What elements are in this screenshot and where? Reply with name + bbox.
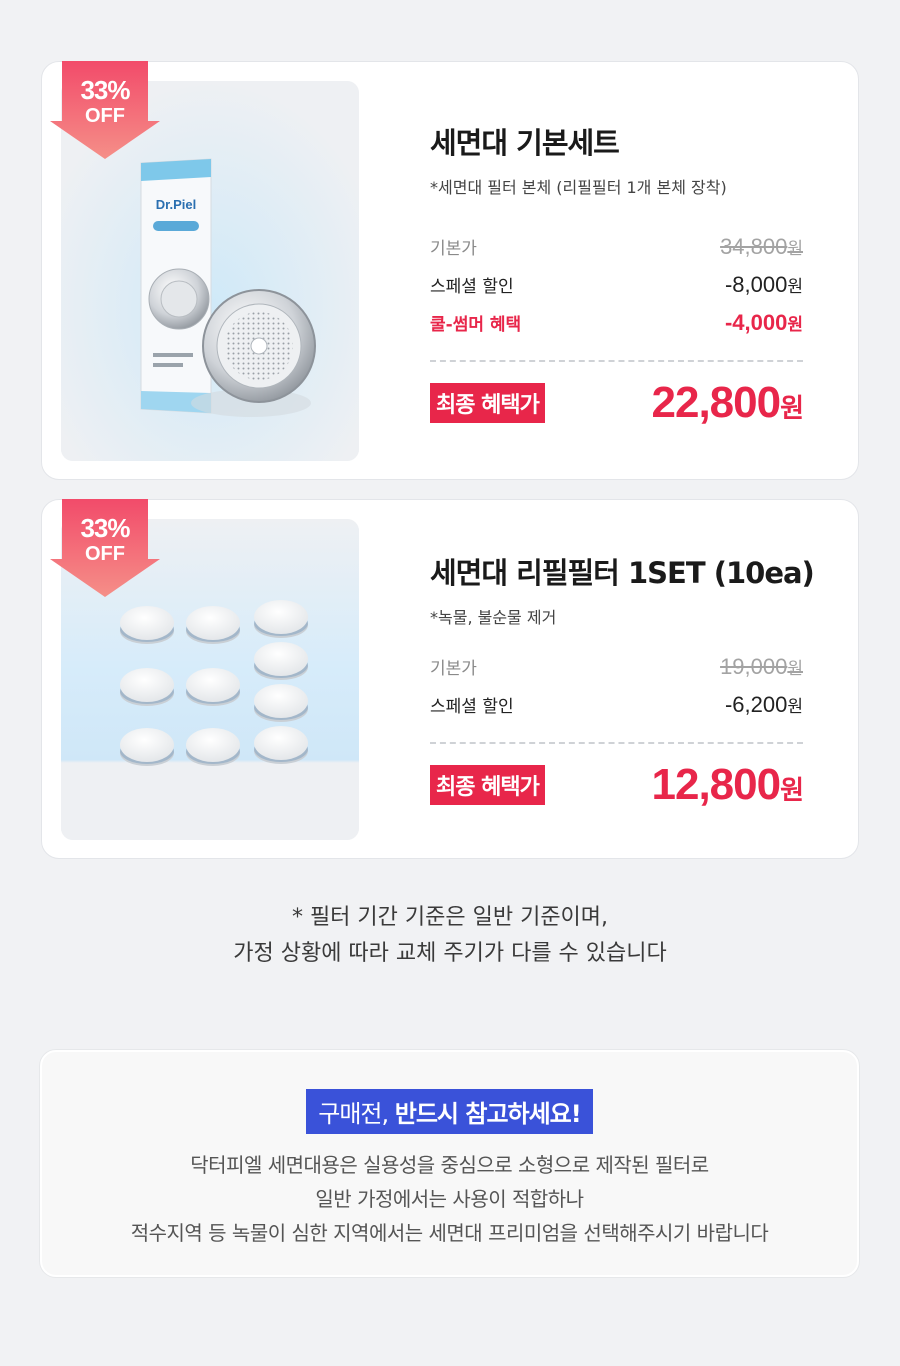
note-line: 가정 상황에 따라 교체 주기가 다를 수 있습니다 [233,941,667,966]
notice-body: 닥터피엘 세면대용은 실용성을 중심으로 소형으로 제작된 필터로 일반 가정에… [42,1148,857,1250]
product-title: 세면대 리필필터 1SET (10ea) [430,556,815,590]
price-row-base: 기본가 34,800원 [430,234,803,272]
product-card-basic-set[interactable]: Dr.Piel 33% OFF 세면대 기본세트 *세면대 필터 본체 (리필필… [41,61,859,480]
price-label: 기본가 [430,659,477,679]
final-price-label: 최종 혜택가 [430,765,545,805]
purchase-notice-box: 구매전, 반드시 참고하세요! 닥터피엘 세면대용은 실용성을 중심으로 소형으… [40,1050,859,1277]
notice-line: 닥터피엘 세면대용은 실용성을 중심으로 소형으로 제작된 필터로 [190,1153,709,1177]
price-label: 스페셜 할인 [430,697,514,717]
discount-percent: 33% [80,75,130,105]
price-value: -8,000원 [724,272,803,297]
product-title: 세면대 기본세트 [430,126,620,160]
product-info: 세면대 리필필터 1SET (10ea) *녹물, 불순물 제거 기본가 19,… [430,550,830,810]
price-row-summer-benefit: 쿨-썸머 혜택 -4,000원 [430,310,803,348]
notice-title: 구매전, 반드시 참고하세요! [306,1089,593,1134]
price-value: -6,200원 [724,692,803,717]
discount-percent: 33% [80,513,130,543]
discount-badge: 33% OFF [50,499,160,597]
price-value: 19,000원 [720,654,803,679]
product-subtitle: *녹물, 불순물 제거 [430,608,557,627]
price-row-special-discount: 스페셜 할인 -8,000원 [430,272,803,310]
price-value: -4,000원 [724,310,803,335]
discount-off-label: OFF [85,105,125,127]
note-line: * 필터 기간 기준은 일반 기준이며, [291,905,609,930]
final-price-value: 12,800원 [651,760,804,809]
price-label: 기본가 [430,239,477,259]
final-price-row: 최종 혜택가 22,800원 [430,378,804,428]
price-row-base: 기본가 19,000원 [430,654,803,692]
final-price-value: 22,800원 [651,378,804,427]
final-price-label: 최종 혜택가 [430,383,545,423]
price-label: 쿨-썸머 혜택 [430,315,522,335]
price-label: 스페셜 할인 [430,277,514,297]
price-row-special-discount: 스페셜 할인 -6,200원 [430,692,803,730]
filter-period-note: * 필터 기간 기준은 일반 기준이며, 가정 상황에 따라 교체 주기가 다를… [0,900,900,972]
notice-line: 일반 가정에서는 사용이 적합하나 [315,1187,584,1211]
notice-line: 적수지역 등 녹물이 심한 지역에서는 세면대 프리미엄을 선택해주시기 바랍니… [130,1221,769,1245]
discount-off-label: OFF [85,543,125,565]
product-subtitle: *세면대 필터 본체 (리필필터 1개 본체 장착) [430,178,727,197]
final-price-row: 최종 혜택가 12,800원 [430,760,804,810]
box-brand-text: Dr.Piel [156,197,196,212]
product-info: 세면대 기본세트 *세면대 필터 본체 (리필필터 1개 본체 장착) 기본가 … [430,120,830,428]
discount-badge: 33% OFF [50,61,160,159]
product-card-refill-set[interactable]: 33% OFF 세면대 리필필터 1SET (10ea) *녹물, 불순물 제거… [41,499,859,859]
price-value: 34,800원 [720,234,803,259]
